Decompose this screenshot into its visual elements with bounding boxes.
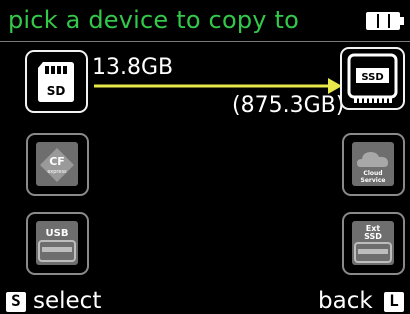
device-ext-ssd[interactable]: Ext SSD — [342, 212, 405, 275]
sd-card-icon: SD — [38, 62, 74, 102]
sd-label: SD — [47, 84, 66, 98]
device-cfexpress[interactable]: CF express — [26, 133, 89, 196]
back-key-button[interactable]: L — [384, 291, 404, 312]
source-sd-card[interactable]: SD — [25, 50, 88, 113]
select-label: select — [33, 288, 102, 314]
usb-label: USB — [46, 228, 69, 239]
target-ssd[interactable]: SSD — [340, 47, 405, 110]
footer-bar: S select back L — [0, 288, 410, 314]
ext-ssd-label-line2: SSD — [364, 232, 382, 241]
cloud-icon: Cloud Service — [352, 142, 394, 186]
cfexpress-icon: CF express — [36, 142, 78, 186]
target-size: (875.3GB) — [232, 93, 345, 118]
cloud-label-line1: Cloud — [363, 170, 382, 177]
back-label: back — [318, 288, 373, 314]
back-key-glyph: L — [389, 291, 399, 310]
cfexpress-sublabel: express — [47, 169, 67, 175]
select-key-button[interactable]: S — [6, 291, 26, 312]
ext-ssd-icon: Ext SSD — [352, 221, 394, 265]
cfexpress-label: CF — [49, 155, 65, 168]
cloud-label-line2: Service — [361, 177, 386, 184]
battery-icon — [366, 12, 404, 30]
page-title: pick a device to copy to — [8, 6, 299, 34]
device-cloud-service[interactable]: Cloud Service — [342, 133, 405, 196]
select-key-glyph: S — [11, 291, 21, 310]
device-usb[interactable]: USB — [26, 212, 89, 275]
ssd-label: SSD — [361, 72, 383, 83]
header-divider — [0, 41, 410, 42]
usb-drive-icon: USB — [36, 221, 78, 265]
ssd-icon: SSD — [347, 53, 398, 103]
header-bar: pick a device to copy to — [0, 0, 410, 40]
